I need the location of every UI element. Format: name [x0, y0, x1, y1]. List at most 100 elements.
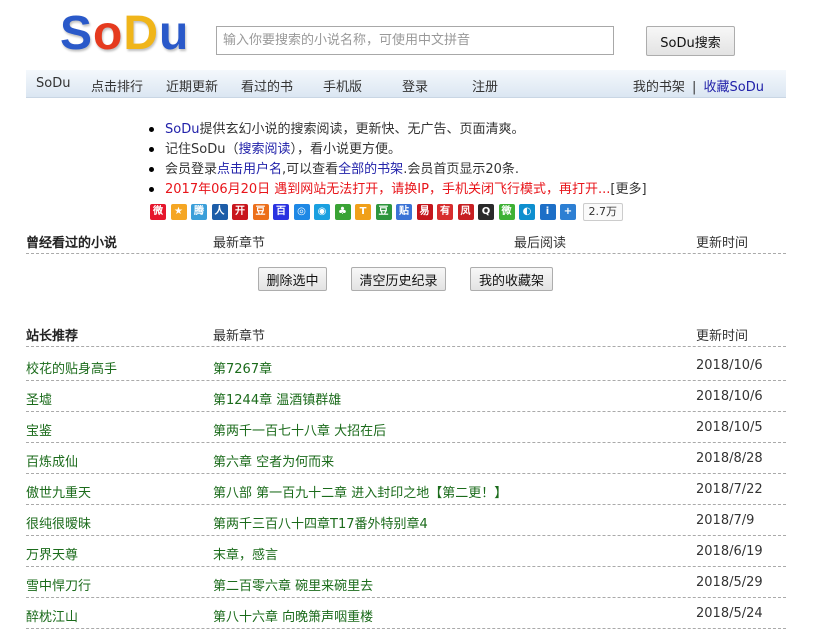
table-row: 雪中悍刀行 第二百零六章 碗里来碗里去 2018/5/29	[26, 567, 786, 598]
share-count-badge[interactable]: 2.7万	[582, 203, 623, 221]
notice-remember-post: ），看小说更方便。	[290, 142, 401, 157]
douban-green-icon[interactable]: 豆	[375, 204, 392, 220]
sodu-logo[interactable]: SoDu	[60, 8, 189, 60]
my-shelf-button[interactable]: 我的收藏架	[470, 267, 553, 291]
table-row: 很纯很暧昧 第两千三百八十四章T17番外特别章4 2018/7/9	[26, 505, 786, 536]
header: SoDu SoDu搜索	[0, 0, 822, 70]
nav-bookshelf-link[interactable]: 我的书架	[633, 80, 685, 95]
nav-item-login[interactable]: 登录	[402, 76, 428, 95]
tencent-weibo-icon[interactable]: 腾	[191, 204, 207, 220]
evernote-icon[interactable]: ◐	[519, 204, 535, 220]
novel-link[interactable]: 傲世九重天	[26, 482, 91, 501]
notice-item-announcement: 2017年06月20日 遇到网站无法打开，请换IP，手机关闭飞行模式，再打开..…	[148, 180, 688, 200]
douban-icon[interactable]: 豆	[252, 204, 269, 220]
tieba-icon[interactable]: 贴	[396, 204, 412, 220]
table-row: 醉枕江山 第八十六章 向晚箫声咽重楼 2018/5/24	[26, 598, 786, 629]
delete-selected-button[interactable]: 删除选中	[258, 267, 327, 291]
table-row: 校花的贴身高手 第7267章 2018/10/6	[26, 350, 786, 381]
logo-letter-u: u	[159, 7, 190, 60]
history-actions: 删除选中 清空历史纪录 我的收藏架	[0, 267, 822, 291]
nav-favorite-link[interactable]: 收藏SoDu	[704, 80, 764, 95]
notice-search-read-link[interactable]: 搜索阅读	[238, 142, 290, 157]
chapter-link[interactable]: 第两千一百七十八章 大招在后	[213, 420, 386, 439]
chapter-link[interactable]: 第八十六章 向晚箫声咽重楼	[213, 606, 373, 625]
table-row: 百炼成仙 第六章 空者为何而来 2018/8/28	[26, 443, 786, 474]
wechat-icon[interactable]: 微	[498, 204, 515, 220]
chapter-link[interactable]: 第六章 空者为何而来	[213, 451, 334, 470]
notice-intro-text: 提供玄幻小说的搜索阅读，更新快、无广告、页面清爽。	[199, 122, 525, 137]
history-col-last-read: 最后阅读	[514, 236, 567, 251]
renren-icon[interactable]: 人	[211, 204, 228, 220]
info-icon[interactable]: i	[539, 204, 556, 220]
chapter-link[interactable]: 第两千三百八十四章T17番外特别章4	[213, 513, 428, 532]
nav-item-register[interactable]: 注册	[472, 76, 498, 95]
table-row: 宝鉴 第两千一百七十八章 大招在后 2018/10/5	[26, 412, 786, 443]
notice-item-intro: SoDu提供玄幻小说的搜索阅读，更新快、无广告、页面清爽。	[148, 120, 688, 140]
novel-link[interactable]: 宝鉴	[26, 420, 52, 439]
notice-username-link[interactable]: 点击用户名	[217, 162, 282, 177]
more-plus-icon[interactable]: +	[560, 204, 576, 220]
update-date: 2018/6/19	[696, 544, 763, 559]
notice-member-post: .会员首页显示20条.	[403, 162, 519, 177]
nav-separator: |	[692, 80, 697, 95]
notice-member-mid: ,可以查看	[282, 162, 339, 177]
novel-link[interactable]: 醉枕江山	[26, 606, 78, 625]
pengyou-icon[interactable]: ◉	[314, 204, 330, 220]
baidu-icon[interactable]: 百	[273, 204, 289, 220]
table-row: 圣墟 第1244章 温酒镇群雄 2018/10/6	[26, 381, 786, 412]
recommend-list: 校花的贴身高手 第7267章 2018/10/6 圣墟 第1244章 温酒镇群雄 2018…	[26, 350, 786, 629]
recommend-col-novel: 站长推荐	[26, 329, 79, 344]
qzone-icon[interactable]: ★	[170, 204, 187, 220]
youdao-icon[interactable]: 有	[437, 204, 453, 220]
notice-member-pre: 会员登录	[165, 162, 218, 177]
chapter-link[interactable]: 第八部 第一百九十二章 进入封印之地【第二更！】	[213, 482, 507, 501]
recommend-col-latest: 最新章节	[213, 329, 266, 344]
nav-item-read-books[interactable]: 看过的书	[241, 76, 293, 95]
novel-link[interactable]: 圣墟	[26, 389, 52, 408]
notice-more-link[interactable]: [更多]	[610, 182, 646, 197]
novel-link[interactable]: 雪中悍刀行	[26, 575, 91, 594]
search-button[interactable]: SoDu搜索	[646, 26, 735, 56]
notice-remember-pre: 记住SoDu（	[165, 142, 239, 157]
update-date: 2018/10/5	[696, 420, 763, 435]
weibo-icon[interactable]: 微	[150, 204, 166, 220]
qq-icon[interactable]: Q	[478, 204, 494, 220]
chapter-link[interactable]: 第二百零六章 碗里来碗里去	[213, 575, 373, 594]
novel-link[interactable]: 校花的贴身高手	[26, 358, 117, 377]
update-date: 2018/10/6	[696, 358, 763, 373]
clover-icon[interactable]: ♣	[334, 204, 351, 220]
nav-item-recent-updates[interactable]: 近期更新	[166, 76, 218, 95]
taobao-icon[interactable]: T	[355, 204, 371, 220]
table-row: 万界天尊 末章，感言 2018/6/19	[26, 536, 786, 567]
logo-letter-o: o	[93, 7, 124, 60]
history-col-novel: 曾经看过的小说	[26, 236, 118, 251]
novel-link[interactable]: 万界天尊	[26, 544, 78, 563]
notice-all-shelves-link[interactable]: 全部的书架	[338, 162, 403, 177]
chapter-link[interactable]: 第1244章 温酒镇群雄	[213, 389, 341, 408]
search-input[interactable]	[216, 26, 614, 55]
recommend-table-header: 站长推荐 最新章节 更新时间	[26, 321, 786, 347]
notice-item-remember: 记住SoDu（搜索阅读），看小说更方便。	[148, 140, 688, 160]
novel-link[interactable]: 百炼成仙	[26, 451, 78, 470]
novel-link[interactable]: 很纯很暧昧	[26, 513, 91, 532]
sohu-icon[interactable]: ◎	[293, 204, 310, 220]
chapter-link[interactable]: 末章，感言	[213, 544, 278, 563]
nav-item-ranking[interactable]: 点击排行	[91, 76, 143, 95]
update-date: 2018/7/22	[696, 482, 763, 497]
logo-letter-s: S	[60, 7, 94, 60]
nav-bar: SoDu 点击排行 近期更新 看过的书 手机版 登录 注册 我的书架 | 收藏S…	[26, 70, 786, 98]
163-icon[interactable]: 易	[416, 204, 433, 220]
ifeng-icon[interactable]: 凤	[457, 204, 474, 220]
update-date: 2018/10/6	[696, 389, 763, 404]
clear-history-button[interactable]: 清空历史纪录	[351, 267, 446, 291]
table-row: 傲世九重天 第八部 第一百九十二章 进入封印之地【第二更！】 2018/7/22	[26, 474, 786, 505]
kaixin-icon[interactable]: 开	[232, 204, 248, 220]
nav-item-sodu[interactable]: SoDu	[36, 76, 70, 91]
update-date: 2018/7/9	[696, 513, 755, 528]
notice-item-member: 会员登录点击用户名,可以查看全部的书架.会员首页显示20条.	[148, 160, 688, 180]
update-date: 2018/5/29	[696, 575, 763, 590]
chapter-link[interactable]: 第7267章	[213, 358, 272, 377]
nav-item-mobile[interactable]: 手机版	[323, 76, 362, 95]
notice-announcement-link[interactable]: 2017年06月20日 遇到网站无法打开，请换IP，手机关闭飞行模式，再打开..…	[165, 182, 610, 197]
share-toolbar: 微 ★ 腾人开豆百 ◎ ◉ ♣ T 豆贴易有凤 Q 微 ◐ i +2.7万	[150, 203, 623, 221]
